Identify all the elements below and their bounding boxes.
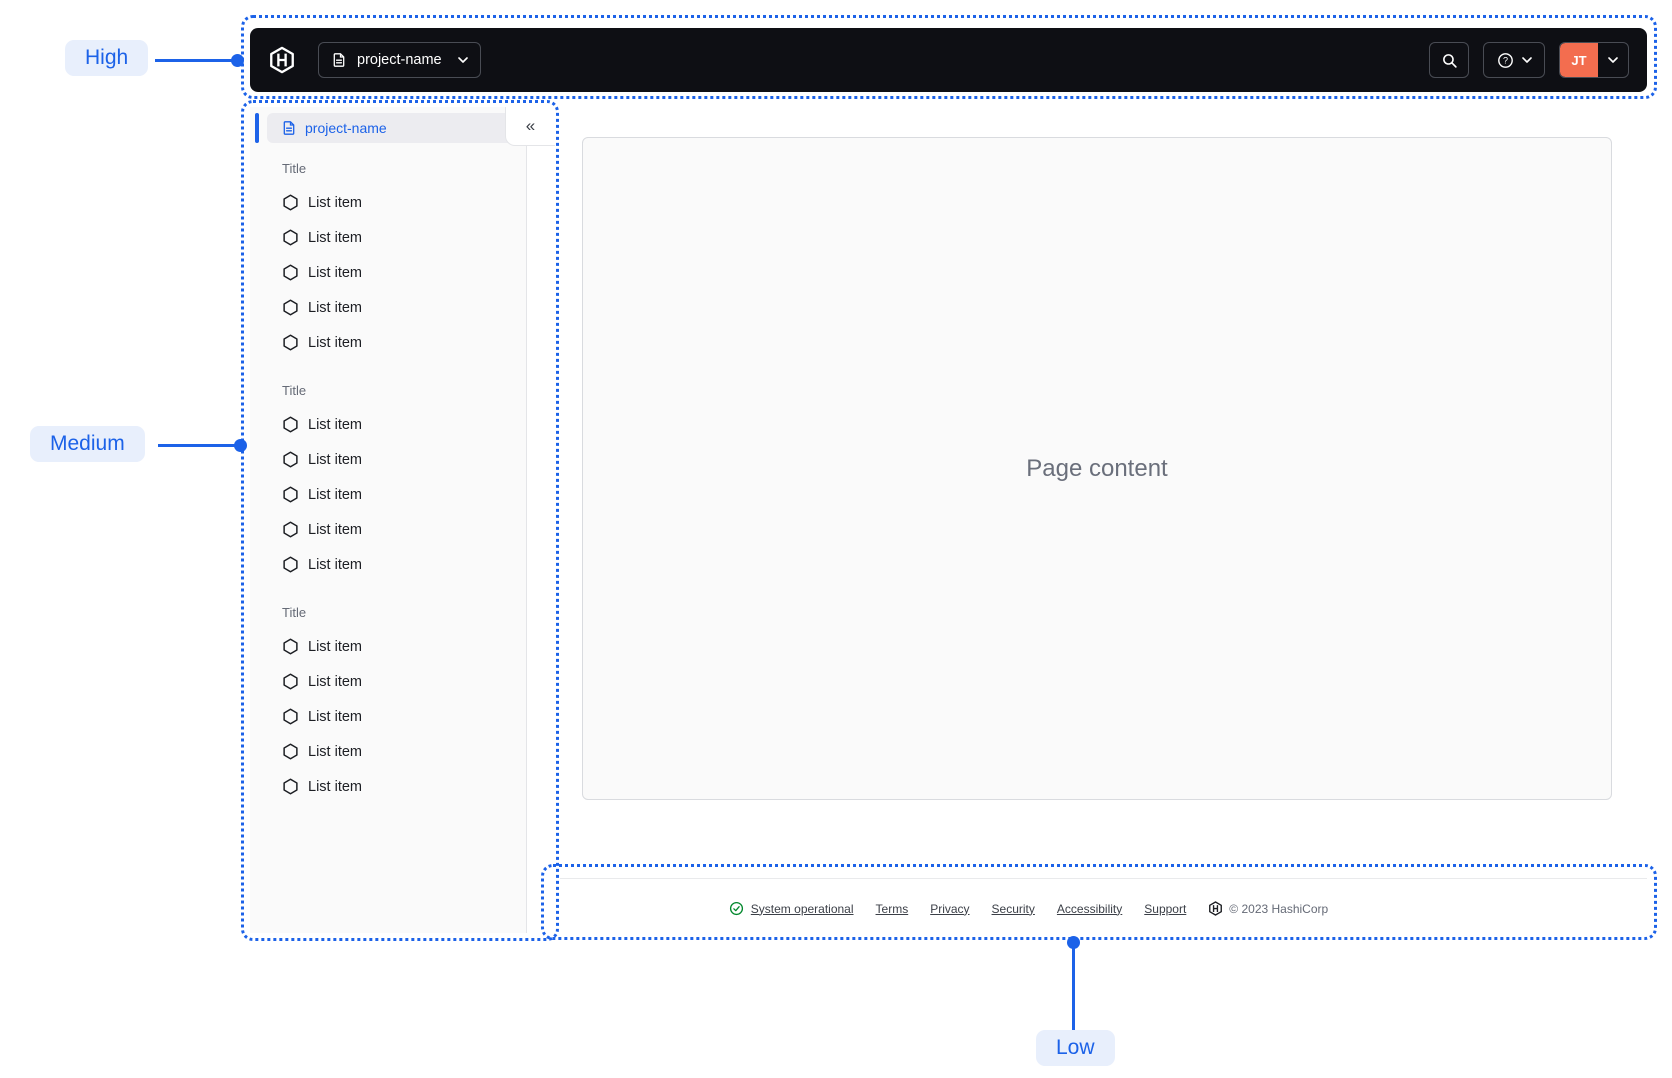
sidebar-list-item[interactable]: List item — [264, 699, 512, 734]
sidebar-section: Title List item List item List item List… — [264, 151, 512, 360]
list-item-label: List item — [308, 229, 362, 246]
chevron-down-icon — [1521, 57, 1532, 63]
hexagon-icon — [283, 743, 298, 760]
hexagon-icon — [283, 194, 298, 211]
list-item-label: List item — [308, 194, 362, 211]
page-content-placeholder: Page content — [1026, 454, 1168, 482]
file-text-icon — [333, 53, 345, 67]
sidebar-list-item[interactable]: List item — [264, 629, 512, 664]
active-indicator — [255, 113, 259, 143]
hexagon-icon — [283, 416, 298, 433]
navbar-actions: ? JT — [1429, 42, 1629, 78]
project-switcher-label: project-name — [357, 52, 442, 68]
check-circle-icon — [729, 901, 743, 916]
sidebar-section: Title List item List item List item List… — [264, 595, 512, 804]
hexagon-icon — [283, 334, 298, 351]
avatar: JT — [1560, 43, 1598, 77]
medium-connector-line — [158, 444, 237, 447]
help-icon: ? — [1497, 52, 1513, 68]
search-icon — [1442, 53, 1457, 68]
footer-link-terms[interactable]: Terms — [876, 902, 909, 916]
high-priority-label: High — [65, 40, 149, 76]
sidebar-list-item[interactable]: List item — [264, 547, 512, 582]
system-status-link[interactable]: System operational — [729, 901, 854, 916]
side-navigation: project-name Title List item List item L… — [250, 107, 527, 933]
sidebar-list-item[interactable]: List item — [264, 769, 512, 804]
sidebar-list-item[interactable]: List item — [264, 325, 512, 360]
sidebar-list-item[interactable]: List item — [264, 477, 512, 512]
hexagon-icon — [283, 638, 298, 655]
top-navbar: project-name ? JT — [250, 28, 1647, 92]
hexagon-icon — [283, 229, 298, 246]
chevron-down-icon — [1598, 57, 1628, 63]
list-item-label: List item — [308, 708, 362, 725]
list-item-label: List item — [308, 556, 362, 573]
collapse-icon: « — [525, 116, 536, 135]
footer-link-security[interactable]: Security — [992, 902, 1035, 916]
medium-priority-label: Medium — [30, 426, 145, 462]
footer-link-support[interactable]: Support — [1144, 902, 1186, 916]
hexagon-icon — [283, 708, 298, 725]
section-title: Title — [282, 160, 307, 176]
footer-link-privacy[interactable]: Privacy — [930, 902, 969, 916]
list-item-label: List item — [308, 416, 362, 433]
high-connector-line — [155, 59, 237, 62]
sidebar-list-item[interactable]: List item — [264, 442, 512, 477]
list-item-label: List item — [308, 486, 362, 503]
project-switcher-button[interactable]: project-name — [318, 42, 481, 78]
list-item-label: List item — [308, 778, 362, 795]
sidebar-list-item[interactable]: List item — [264, 185, 512, 220]
list-item-label: List item — [308, 638, 362, 655]
copyright-text: © 2023 HashiCorp — [1229, 901, 1329, 916]
hexagon-icon — [283, 264, 298, 281]
footer-link-accessibility[interactable]: Accessibility — [1057, 902, 1122, 916]
list-item-label: List item — [308, 451, 362, 468]
sidebar-list-item[interactable]: List item — [264, 512, 512, 547]
hexagon-icon — [283, 521, 298, 538]
list-item-label: List item — [308, 334, 362, 351]
hexagon-icon — [283, 673, 298, 690]
low-connector-line — [1072, 946, 1075, 1032]
sidebar-list-item[interactable]: List item — [264, 664, 512, 699]
svg-text:?: ? — [1502, 55, 1507, 65]
hexagon-icon — [283, 299, 298, 316]
section-title: Title — [282, 382, 307, 398]
sidebar-project-item[interactable]: project-name — [267, 113, 513, 143]
sidebar-project-label: project-name — [305, 120, 387, 136]
medium-connector-dot — [234, 439, 247, 452]
hexagon-icon — [283, 486, 298, 503]
help-menu-button[interactable]: ? — [1483, 42, 1545, 78]
user-menu-button[interactable]: JT — [1559, 42, 1629, 78]
list-item-label: List item — [308, 299, 362, 316]
sidebar-header: project-name — [255, 113, 513, 143]
app-footer: System operational Terms Privacy Securit… — [560, 878, 1647, 938]
high-connector-dot — [231, 54, 244, 67]
low-priority-label: Low — [1036, 1030, 1115, 1066]
sidebar-list-item[interactable]: List item — [264, 255, 512, 290]
hexagon-icon — [283, 451, 298, 468]
hexagon-icon — [283, 556, 298, 573]
search-button[interactable] — [1429, 42, 1469, 78]
sidebar-list-item[interactable]: List item — [264, 220, 512, 255]
section-title: Title — [282, 604, 307, 620]
list-item-label: List item — [308, 521, 362, 538]
footer-row: System operational Terms Privacy Securit… — [729, 901, 1328, 916]
chevron-down-icon — [457, 57, 468, 63]
sidebar-list-item[interactable]: List item — [264, 290, 512, 325]
low-connector-dot — [1067, 936, 1080, 949]
list-item-label: List item — [308, 743, 362, 760]
sidebar-list-item[interactable]: List item — [264, 407, 512, 442]
list-item-label: List item — [308, 673, 362, 690]
hashicorp-logo-icon[interactable] — [268, 46, 296, 74]
sidebar-list-item[interactable]: List item — [264, 734, 512, 769]
sidebar-collapse-button[interactable]: « — [505, 107, 555, 146]
copyright: © 2023 HashiCorp — [1208, 901, 1328, 916]
system-status-label: System operational — [750, 901, 854, 916]
hashicorp-logo-icon — [1209, 901, 1223, 916]
hexagon-icon — [283, 778, 298, 795]
file-text-icon — [283, 121, 295, 135]
page-content-panel: Page content — [582, 137, 1612, 800]
sidebar-section: Title List item List item List item List… — [264, 373, 512, 582]
list-item-label: List item — [308, 264, 362, 281]
